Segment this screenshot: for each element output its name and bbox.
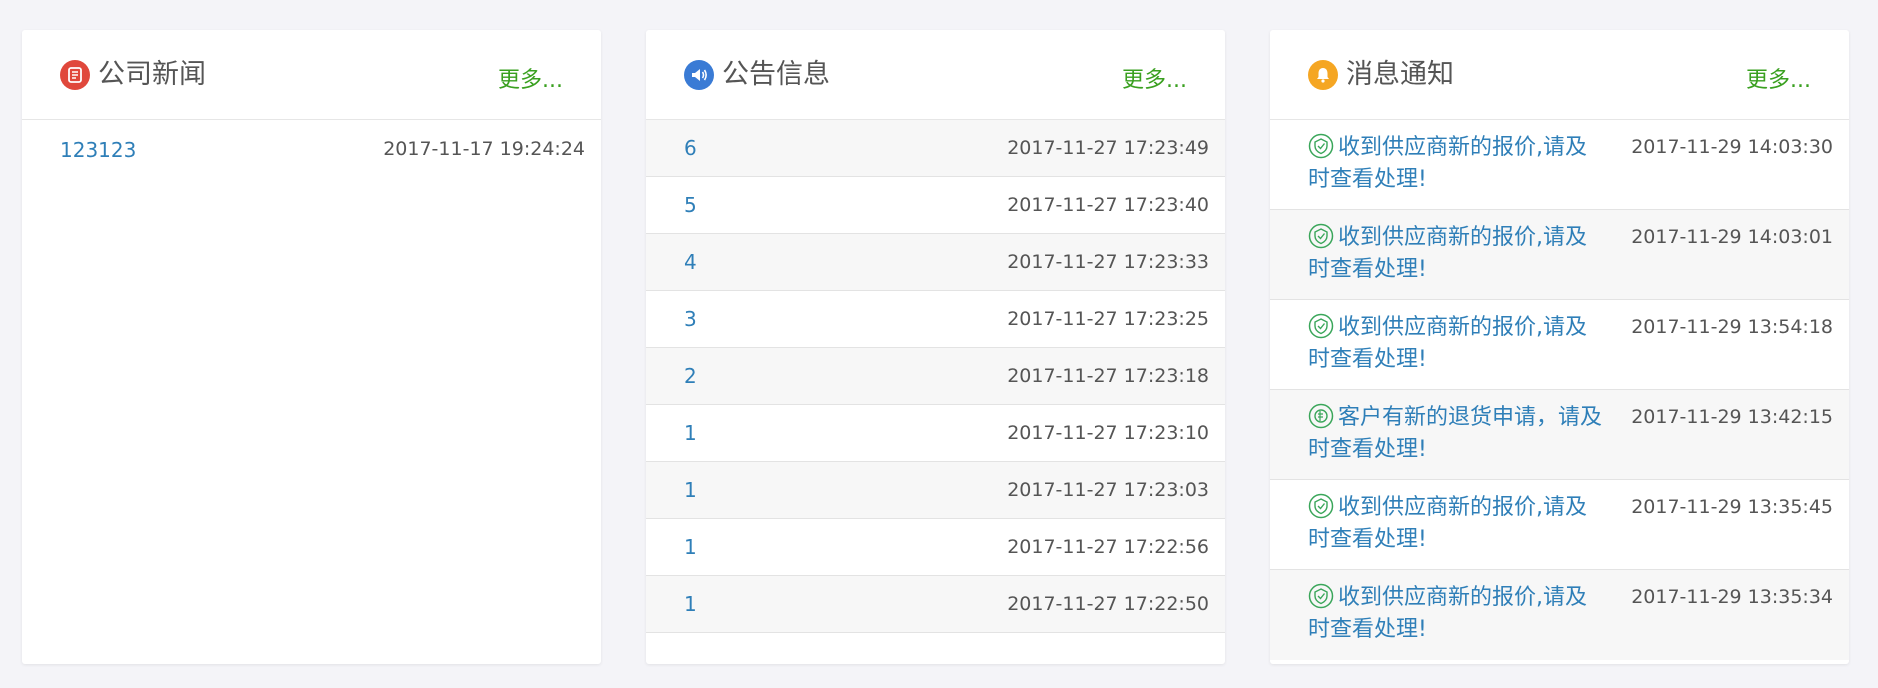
announcement-title[interactable]: 3 [684, 307, 697, 331]
message-link[interactable]: 客户有新的退货申请，请及时查看处理! [1308, 402, 1608, 466]
message-text: 收到供应商新的报价,请及时查看处理! [1308, 225, 1587, 282]
document-icon [60, 60, 90, 90]
company-news-panel: 公司新闻 更多... 123123 2017-11-17 19:24:24 [22, 30, 601, 664]
list-item: 1 2017-11-27 17:22:50 [646, 576, 1225, 633]
list-item: 2 2017-11-27 17:23:18 [646, 348, 1225, 405]
list-item: 3 2017-11-27 17:23:25 [646, 291, 1225, 348]
announcements-panel: 公告信息 更多... 6 2017-11-27 17:23:49 5 2017-… [646, 30, 1225, 664]
message-time: 2017-11-29 14:03:30 [1631, 136, 1833, 158]
list-item: 6 2017-11-27 17:23:49 [646, 120, 1225, 177]
announcement-time: 2017-11-27 17:23:33 [1007, 251, 1209, 273]
list-item: 收到供应商新的报价,请及时查看处理! 2017-11-29 14:03:30 [1270, 120, 1849, 210]
message-text: 收到供应商新的报价,请及时查看处理! [1308, 315, 1587, 372]
announcement-time: 2017-11-27 17:22:50 [1007, 593, 1209, 615]
messages-panel: 消息通知 更多... 收到供应商新的报价,请及时查看处理! 2017-11-29… [1270, 30, 1849, 664]
quote-icon [1308, 133, 1334, 159]
message-link[interactable]: 收到供应商新的报价,请及时查看处理! [1308, 222, 1608, 286]
announcement-time: 2017-11-27 17:23:49 [1007, 137, 1209, 159]
message-text: 收到供应商新的报价,请及时查看处理! [1308, 135, 1587, 192]
announcement-title[interactable]: 1 [684, 421, 697, 445]
message-text: 收到供应商新的报价,请及时查看处理! [1308, 585, 1587, 642]
list-item: 4 2017-11-27 17:23:33 [646, 234, 1225, 291]
company-news-more-link[interactable]: 更多... [498, 62, 563, 94]
announcement-title[interactable]: 5 [684, 193, 697, 217]
messages-more-link[interactable]: 更多... [1746, 62, 1811, 94]
message-time: 2017-11-29 13:54:18 [1631, 316, 1833, 338]
announcement-title[interactable]: 6 [684, 136, 697, 160]
list-item: 客户有新的退货申请，请及时查看处理! 2017-11-29 13:42:15 [1270, 390, 1849, 480]
announcements-header: 公告信息 更多... [646, 30, 1225, 120]
quote-icon [1308, 493, 1334, 519]
announcement-title[interactable]: 2 [684, 364, 697, 388]
company-news-list: 123123 2017-11-17 19:24:24 [22, 120, 601, 176]
quote-icon [1308, 313, 1334, 339]
list-item: 收到供应商新的报价,请及时查看处理! 2017-11-29 13:35:45 [1270, 480, 1849, 570]
message-text: 收到供应商新的报价,请及时查看处理! [1308, 495, 1587, 552]
speaker-icon [684, 60, 714, 90]
announcement-title[interactable]: 1 [684, 535, 697, 559]
message-link[interactable]: 收到供应商新的报价,请及时查看处理! [1308, 492, 1608, 556]
message-time: 2017-11-29 13:35:34 [1631, 586, 1833, 608]
announcements-title: 公告信息 [722, 59, 830, 90]
announcements-list: 6 2017-11-27 17:23:49 5 2017-11-27 17:23… [646, 120, 1225, 633]
announcement-title[interactable]: 1 [684, 478, 697, 502]
announcements-more-link[interactable]: 更多... [1122, 62, 1187, 94]
news-item-time: 2017-11-17 19:24:24 [383, 138, 585, 160]
bell-icon [1308, 60, 1338, 90]
announcement-time: 2017-11-27 17:23:03 [1007, 479, 1209, 501]
list-item: 收到供应商新的报价,请及时查看处理! 2017-11-29 13:35:34 [1270, 570, 1849, 660]
news-item-title[interactable]: 123123 [60, 138, 136, 162]
announcement-title[interactable]: 1 [684, 592, 697, 616]
announcement-time: 2017-11-27 17:23:10 [1007, 422, 1209, 444]
messages-title: 消息通知 [1346, 59, 1454, 90]
list-item: 1 2017-11-27 17:23:03 [646, 462, 1225, 519]
list-item: 收到供应商新的报价,请及时查看处理! 2017-11-29 13:54:18 [1270, 300, 1849, 390]
announcement-time: 2017-11-27 17:23:25 [1007, 308, 1209, 330]
list-item: 收到供应商新的报价,请及时查看处理! 2017-11-29 14:03:01 [1270, 210, 1849, 300]
message-time: 2017-11-29 13:35:45 [1631, 496, 1833, 518]
quote-icon [1308, 223, 1334, 249]
announcement-time: 2017-11-27 17:23:40 [1007, 194, 1209, 216]
message-link[interactable]: 收到供应商新的报价,请及时查看处理! [1308, 582, 1608, 646]
message-time: 2017-11-29 14:03:01 [1631, 226, 1833, 248]
messages-list: 收到供应商新的报价,请及时查看处理! 2017-11-29 14:03:30 收… [1270, 120, 1849, 660]
announcement-time: 2017-11-27 17:22:56 [1007, 536, 1209, 558]
message-text: 客户有新的退货申请，请及时查看处理! [1308, 405, 1603, 462]
list-item: 5 2017-11-27 17:23:40 [646, 177, 1225, 234]
list-item: 123123 2017-11-17 19:24:24 [22, 120, 601, 176]
quote-icon [1308, 583, 1334, 609]
company-news-header: 公司新闻 更多... [22, 30, 601, 120]
message-time: 2017-11-29 13:42:15 [1631, 406, 1833, 428]
message-link[interactable]: 收到供应商新的报价,请及时查看处理! [1308, 132, 1608, 196]
company-news-title: 公司新闻 [98, 59, 206, 90]
announcement-time: 2017-11-27 17:23:18 [1007, 365, 1209, 387]
list-item: 1 2017-11-27 17:23:10 [646, 405, 1225, 462]
list-item: 1 2017-11-27 17:22:56 [646, 519, 1225, 576]
message-link[interactable]: 收到供应商新的报价,请及时查看处理! [1308, 312, 1608, 376]
messages-header: 消息通知 更多... [1270, 30, 1849, 120]
announcement-title[interactable]: 4 [684, 250, 697, 274]
return-icon [1308, 403, 1334, 429]
